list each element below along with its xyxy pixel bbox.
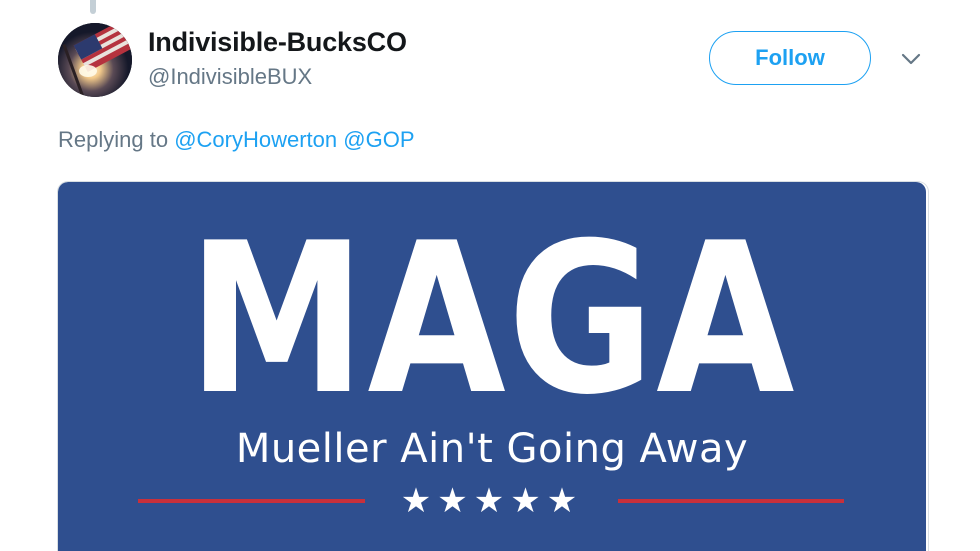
avatar[interactable] bbox=[58, 23, 132, 97]
replying-to-line: Replying to @CoryHowerton @GOP bbox=[58, 127, 415, 153]
media-tagline: Mueller Ain't Going Away bbox=[235, 426, 749, 472]
mention-link-gop[interactable]: @GOP bbox=[343, 127, 414, 152]
chevron-down-icon bbox=[901, 53, 921, 65]
follow-button[interactable]: Follow bbox=[709, 31, 871, 85]
replying-to-label: Replying to bbox=[58, 127, 169, 152]
tweet-page: Indivisible-BucksCO @IndivisibleBUX Foll… bbox=[0, 0, 980, 551]
thread-connector-line bbox=[90, 0, 96, 14]
media-headline: MAGA bbox=[187, 199, 797, 441]
author-display-name[interactable]: Indivisible-BucksCO bbox=[148, 27, 407, 58]
author-handle[interactable]: @IndivisibleBUX bbox=[148, 64, 312, 90]
mention-link-cory-howerton[interactable]: @CoryHowerton bbox=[174, 127, 337, 152]
more-options-button[interactable] bbox=[898, 48, 924, 70]
tweet-media-image[interactable]: MAGA Mueller Ain't Going Away ★★★★★ bbox=[58, 182, 926, 551]
flag-sunset-avatar-icon bbox=[58, 23, 132, 97]
star-row: ★★★★★ bbox=[400, 482, 584, 520]
